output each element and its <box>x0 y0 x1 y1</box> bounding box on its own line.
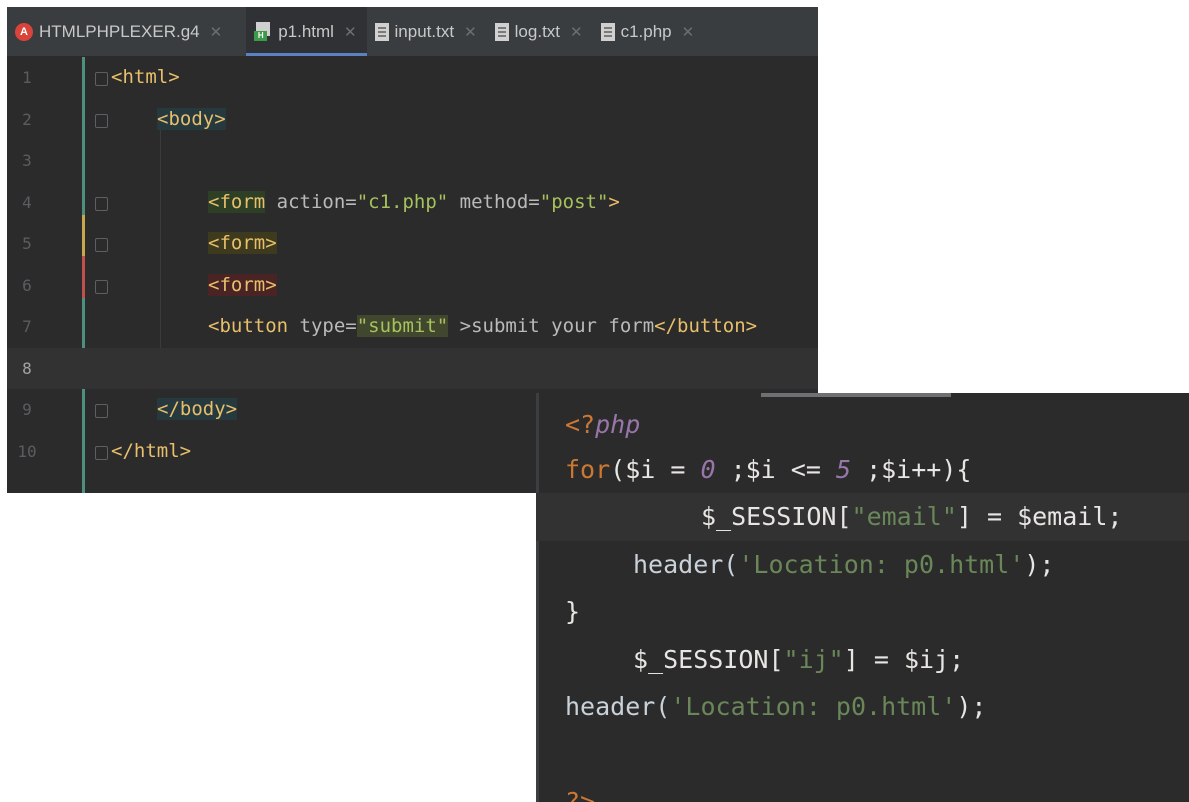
function-name: header( <box>565 692 671 721</box>
code-line: header('Location: p0.html'); <box>536 683 1189 731</box>
fold-icon[interactable] <box>95 238 108 252</box>
tab-log-txt[interactable]: log.txt ✕ <box>487 7 593 56</box>
close-icon[interactable]: ✕ <box>344 23 357 41</box>
antlr-file-icon: A <box>15 22 33 41</box>
code-text: ] = $email; <box>956 502 1123 531</box>
code-text: $_SESSION[ <box>633 645 784 674</box>
number-literal: 5 <box>835 455 852 484</box>
html-file-icon: H <box>254 21 272 42</box>
tab-label: log.txt <box>514 21 561 41</box>
tab-htmlphplexer[interactable]: A HTMLPHPLEXER.g4 ✕ <box>7 7 232 56</box>
attr-value: "c1.php" <box>356 190 449 213</box>
fold-icon[interactable] <box>95 196 108 211</box>
line-number: 3 <box>22 151 32 170</box>
code-line: 3 <box>7 140 818 182</box>
button-close-tag: </button> <box>654 315 758 337</box>
code-text: ); <box>1024 550 1055 579</box>
close-icon[interactable]: ✕ <box>464 23 477 41</box>
tab-label: HTMLPHPLEXER.g4 <box>39 21 200 41</box>
body-tag: <body> <box>157 107 226 130</box>
line-number: 6 <box>22 275 32 295</box>
fold-icon[interactable] <box>95 279 108 294</box>
code-text: ;$i <= <box>715 455 836 484</box>
string-literal: 'Location: p0.html' <box>738 550 1025 579</box>
html-tag: <html> <box>111 66 180 88</box>
tab-label: p1.html <box>278 21 334 41</box>
tab-input-txt[interactable]: input.txt ✕ <box>367 7 487 56</box>
line-number: 8 <box>22 358 32 378</box>
close-icon[interactable]: ✕ <box>682 23 695 41</box>
button-text: >submit your form <box>448 315 655 337</box>
code-text: ($i = <box>610 455 701 484</box>
code-line: } <box>536 588 1189 636</box>
tab-p1-html[interactable]: H p1.html ✕ <box>246 7 367 56</box>
code-line: header('Location: p0.html'); <box>536 541 1189 589</box>
code-line: 1 <html> <box>7 57 818 99</box>
code-line: ?> <box>536 778 1189 802</box>
code-text: ] = $ij; <box>843 645 965 674</box>
code-line: 2 <body> <box>7 99 818 141</box>
tag-close: > <box>608 190 620 213</box>
fold-icon[interactable] <box>95 113 108 128</box>
close-icon[interactable]: ✕ <box>210 23 223 41</box>
code-line-current: 8 <box>7 347 818 389</box>
form-tag: <form <box>208 190 266 213</box>
text-file-icon <box>374 22 389 41</box>
line-number: 1 <box>22 68 32 87</box>
code-line: 5 <form> <box>7 223 818 265</box>
line-number: 4 <box>22 192 32 212</box>
string-literal: "ij" <box>783 645 844 674</box>
attr-value: "post" <box>539 190 609 213</box>
code-line: 6 <form> <box>7 265 818 307</box>
code-text: ); <box>956 692 987 721</box>
tab-c1-php[interactable]: c1.php ✕ <box>593 7 705 56</box>
php-open-tag: <? <box>565 410 596 439</box>
line-number: 5 <box>22 234 32 253</box>
php-editor-window[interactable]: <?php for($i = 0 ;$i <= 5 ;$i++){ $_SESS… <box>536 393 1189 802</box>
line-number: 2 <box>22 109 32 129</box>
scroll-indicator <box>761 393 951 397</box>
text-file-icon <box>600 22 615 41</box>
string-literal: 'Location: p0.html' <box>670 692 957 721</box>
for-keyword: for <box>565 455 611 484</box>
code-line: for($i = 0 ;$i <= 5 ;$i++){ <box>536 446 1189 494</box>
php-keyword: php <box>595 410 641 439</box>
code-line-current: $_SESSION["email"] = $email; <box>536 493 1189 541</box>
html-close-tag: </html> <box>111 439 192 462</box>
form-tag: <form> <box>208 232 277 254</box>
code-text: ;$i++){ <box>851 455 972 484</box>
attr-value: "submit" <box>356 315 449 337</box>
editor-tab-bar: A HTMLPHPLEXER.g4 ✕ H p1.html ✕ input.tx… <box>7 7 818 57</box>
form-tag: <form> <box>208 273 277 296</box>
fold-icon[interactable] <box>95 72 108 86</box>
line-number: 10 <box>17 441 37 461</box>
attr-name: type= <box>288 315 357 337</box>
attr-name: action= <box>265 190 357 213</box>
attr-name: method= <box>448 190 540 213</box>
code-line: 4 <form action="c1.php" method="post"> <box>7 182 818 224</box>
line-number: 9 <box>22 400 32 419</box>
function-name: header( <box>633 550 739 579</box>
code-line: $_SESSION["ij"] = $ij; <box>536 636 1189 684</box>
php-close-tag: ?> <box>565 787 596 802</box>
code-text: } <box>565 597 581 626</box>
code-text: $_SESSION[ <box>701 502 852 531</box>
code-line: <?php <box>536 401 1189 449</box>
string-literal: "email" <box>851 502 957 531</box>
fold-icon[interactable] <box>95 445 108 460</box>
close-icon[interactable]: ✕ <box>570 23 583 41</box>
line-number: 7 <box>22 317 32 336</box>
text-file-icon <box>494 22 509 41</box>
code-line: 7 <button type="submit" >submit your for… <box>7 306 818 348</box>
tab-label: c1.php <box>620 21 672 41</box>
tab-label: input.txt <box>394 21 455 41</box>
body-close-tag: </body> <box>157 398 238 420</box>
number-literal: 0 <box>700 455 716 484</box>
fold-icon[interactable] <box>95 404 108 418</box>
button-tag: <button <box>208 315 289 337</box>
